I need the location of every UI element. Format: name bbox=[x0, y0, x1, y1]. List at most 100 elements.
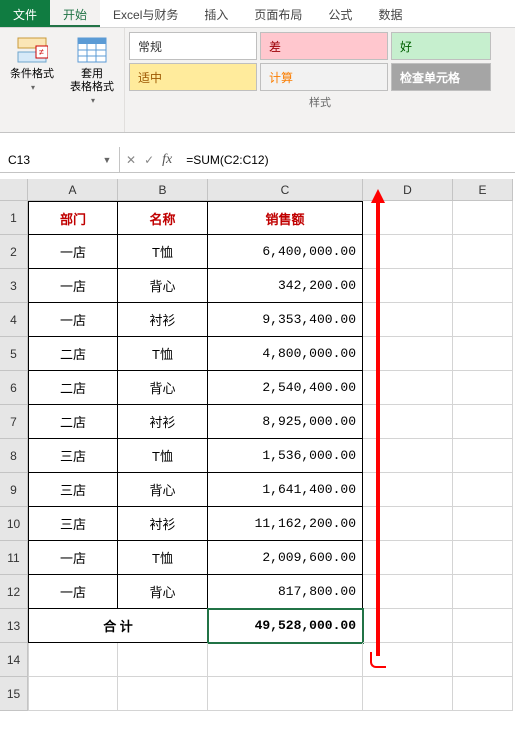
row-header[interactable]: 1 bbox=[0, 201, 28, 235]
cell[interactable]: 二店 bbox=[28, 337, 118, 371]
cell[interactable] bbox=[453, 337, 513, 371]
cell[interactable] bbox=[453, 473, 513, 507]
row-header[interactable]: 13 bbox=[0, 609, 28, 643]
cell[interactable]: 销售额 bbox=[208, 201, 363, 235]
cell[interactable] bbox=[363, 337, 453, 371]
cell[interactable] bbox=[363, 303, 453, 337]
cell[interactable]: 部门 bbox=[28, 201, 118, 235]
cell[interactable] bbox=[363, 507, 453, 541]
cell[interactable]: 1,641,400.00 bbox=[208, 473, 363, 507]
cell[interactable]: 三店 bbox=[28, 473, 118, 507]
cell[interactable] bbox=[453, 507, 513, 541]
cell[interactable] bbox=[453, 609, 513, 643]
tab-excel-finance[interactable]: Excel与财务 bbox=[100, 0, 191, 27]
row-header[interactable]: 15 bbox=[0, 677, 28, 711]
cell[interactable]: 8,925,000.00 bbox=[208, 405, 363, 439]
cell-style-check[interactable]: 检查单元格 bbox=[391, 63, 491, 91]
row-header[interactable]: 4 bbox=[0, 303, 28, 337]
cell[interactable] bbox=[453, 575, 513, 609]
cell[interactable]: 二店 bbox=[28, 405, 118, 439]
cell[interactable] bbox=[363, 371, 453, 405]
row-header[interactable]: 10 bbox=[0, 507, 28, 541]
fx-icon[interactable]: fx bbox=[162, 152, 172, 168]
cell[interactable]: 名称 bbox=[118, 201, 208, 235]
row-header[interactable]: 9 bbox=[0, 473, 28, 507]
table-format-button[interactable]: 套用 表格格式▾ bbox=[64, 32, 120, 130]
cell[interactable] bbox=[363, 269, 453, 303]
cell[interactable] bbox=[363, 643, 453, 677]
row-header[interactable]: 8 bbox=[0, 439, 28, 473]
cell[interactable]: 背心 bbox=[118, 473, 208, 507]
cell[interactable] bbox=[363, 609, 453, 643]
cell[interactable]: 背心 bbox=[118, 575, 208, 609]
row-header[interactable]: 12 bbox=[0, 575, 28, 609]
cell[interactable] bbox=[453, 201, 513, 235]
cell[interactable] bbox=[363, 575, 453, 609]
tab-home[interactable]: 开始 bbox=[50, 0, 100, 27]
accept-formula-icon[interactable]: ✓ bbox=[144, 153, 154, 167]
cell[interactable]: 背心 bbox=[118, 371, 208, 405]
cell[interactable] bbox=[363, 677, 453, 711]
col-header-e[interactable]: E bbox=[453, 179, 513, 201]
cell[interactable]: T恤 bbox=[118, 235, 208, 269]
cell[interactable]: 4,800,000.00 bbox=[208, 337, 363, 371]
cell[interactable] bbox=[453, 643, 513, 677]
cell[interactable]: 342,200.00 bbox=[208, 269, 363, 303]
cell[interactable]: T恤 bbox=[118, 541, 208, 575]
row-header[interactable]: 7 bbox=[0, 405, 28, 439]
cell[interactable] bbox=[453, 303, 513, 337]
cell[interactable]: 817,800.00 bbox=[208, 575, 363, 609]
cell[interactable] bbox=[363, 473, 453, 507]
row-header[interactable]: 14 bbox=[0, 643, 28, 677]
cell[interactable] bbox=[453, 405, 513, 439]
cell[interactable] bbox=[453, 269, 513, 303]
formula-input[interactable]: =SUM(C2:C12) bbox=[178, 147, 515, 172]
cell[interactable] bbox=[363, 439, 453, 473]
col-header-c[interactable]: C bbox=[208, 179, 363, 201]
cell[interactable] bbox=[453, 235, 513, 269]
conditional-format-button[interactable]: ≠ 条件格式▾ bbox=[4, 32, 60, 130]
cell[interactable] bbox=[363, 541, 453, 575]
cell[interactable]: 9,353,400.00 bbox=[208, 303, 363, 337]
row-header[interactable]: 11 bbox=[0, 541, 28, 575]
cell[interactable] bbox=[363, 235, 453, 269]
cell[interactable] bbox=[453, 541, 513, 575]
cell[interactable]: 一店 bbox=[28, 269, 118, 303]
tab-formulas[interactable]: 公式 bbox=[315, 0, 365, 27]
cell[interactable]: T恤 bbox=[118, 439, 208, 473]
name-box-dropdown[interactable]: ▼ bbox=[99, 155, 115, 165]
row-header[interactable]: 6 bbox=[0, 371, 28, 405]
cell[interactable]: 6,400,000.00 bbox=[208, 235, 363, 269]
row-header[interactable]: 2 bbox=[0, 235, 28, 269]
cell[interactable]: 1,536,000.00 bbox=[208, 439, 363, 473]
cell-style-good[interactable]: 好 bbox=[391, 32, 491, 60]
row-header[interactable]: 3 bbox=[0, 269, 28, 303]
col-header-a[interactable]: A bbox=[28, 179, 118, 201]
tab-data[interactable]: 数据 bbox=[365, 0, 415, 27]
cell[interactable]: 衬衫 bbox=[118, 303, 208, 337]
cell-style-normal[interactable]: 常规 bbox=[129, 32, 257, 60]
cell-total-label[interactable]: 合 计 bbox=[28, 609, 208, 643]
cell[interactable] bbox=[363, 405, 453, 439]
row-header[interactable]: 5 bbox=[0, 337, 28, 371]
cell-total-value[interactable]: 49,528,000.00 bbox=[208, 609, 363, 643]
cell[interactable]: 一店 bbox=[28, 541, 118, 575]
cell[interactable]: T恤 bbox=[118, 337, 208, 371]
cell[interactable]: 一店 bbox=[28, 235, 118, 269]
cell-style-bad[interactable]: 差 bbox=[260, 32, 388, 60]
cell[interactable] bbox=[208, 643, 363, 677]
cell[interactable]: 三店 bbox=[28, 507, 118, 541]
cell[interactable]: 二店 bbox=[28, 371, 118, 405]
col-header-b[interactable]: B bbox=[118, 179, 208, 201]
cell[interactable]: 11,162,200.00 bbox=[208, 507, 363, 541]
cell-style-calc[interactable]: 计算 bbox=[260, 63, 388, 91]
cell[interactable] bbox=[118, 643, 208, 677]
cell[interactable]: 背心 bbox=[118, 269, 208, 303]
cell[interactable] bbox=[28, 677, 118, 711]
cell[interactable] bbox=[208, 677, 363, 711]
cell[interactable]: 2,540,400.00 bbox=[208, 371, 363, 405]
cell[interactable]: 一店 bbox=[28, 303, 118, 337]
cell[interactable]: 三店 bbox=[28, 439, 118, 473]
cell[interactable] bbox=[453, 371, 513, 405]
cell[interactable]: 衬衫 bbox=[118, 507, 208, 541]
